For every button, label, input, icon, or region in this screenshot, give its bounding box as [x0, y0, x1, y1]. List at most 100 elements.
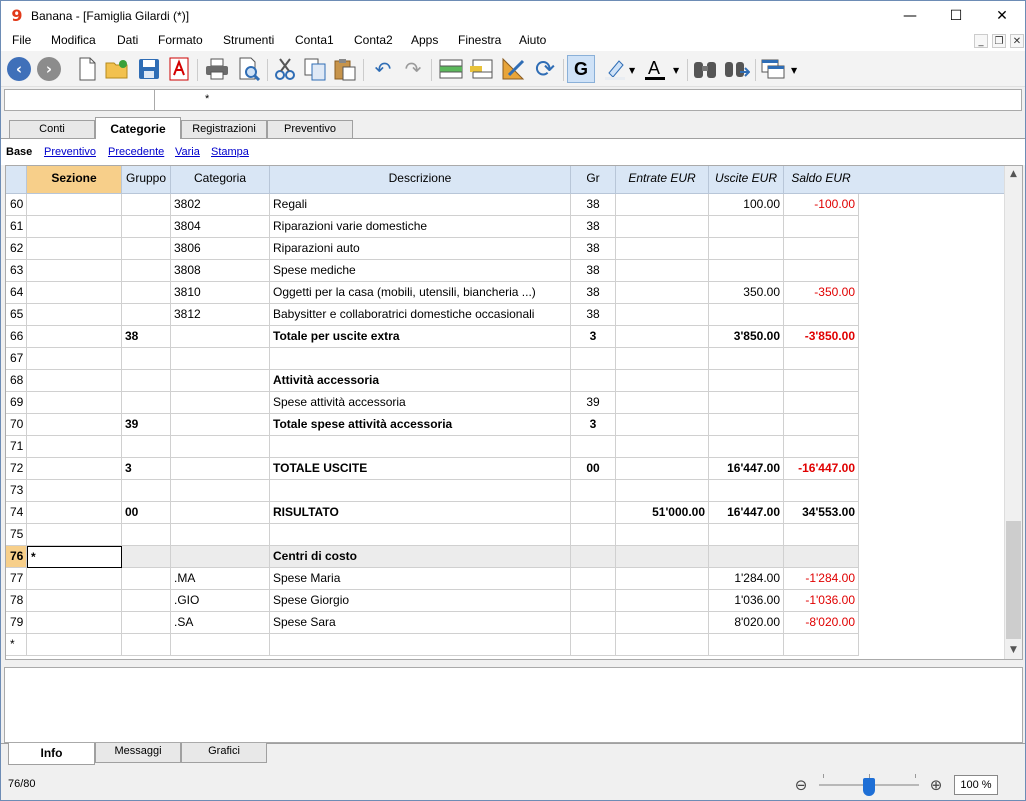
table-row[interactable]: 79 .SA Spese Sara 8'020.00 -8'020.00: [6, 612, 859, 634]
scroll-down-icon[interactable]: ▼: [1005, 642, 1022, 659]
cell-categoria[interactable]: .SA: [171, 612, 270, 634]
table-row[interactable]: 65 3812 Babysitter e collaboratrici domest…: [6, 304, 859, 326]
cell-gruppo[interactable]: [122, 348, 171, 370]
cell-gruppo[interactable]: [122, 436, 171, 458]
cell-sezione[interactable]: [27, 634, 122, 656]
cell-categoria[interactable]: [171, 524, 270, 546]
cell-uscite[interactable]: 1'036.00: [709, 590, 784, 612]
scroll-up-icon[interactable]: ▲: [1005, 166, 1022, 183]
cell-categoria[interactable]: [171, 480, 270, 502]
cell-gruppo[interactable]: [122, 634, 171, 656]
column-header-gr[interactable]: Gr: [571, 166, 616, 194]
cell-gr[interactable]: [571, 590, 616, 612]
cell-uscite[interactable]: [709, 392, 784, 414]
cell-saldo[interactable]: [784, 216, 859, 238]
cell-entrate[interactable]: [616, 304, 709, 326]
cell-entrate[interactable]: [616, 216, 709, 238]
formula-input[interactable]: *: [205, 93, 209, 105]
cell-uscite[interactable]: 100.00: [709, 194, 784, 216]
cell-gr[interactable]: 38: [571, 282, 616, 304]
chevron-down-icon[interactable]: ▼: [629, 66, 635, 75]
cell-entrate[interactable]: [616, 634, 709, 656]
column-header-saldo[interactable]: Saldo EUR: [784, 166, 859, 194]
table-row[interactable]: 68 Attività accessoria: [6, 370, 859, 392]
tab-info[interactable]: Info: [8, 743, 95, 765]
cell-entrate[interactable]: [616, 612, 709, 634]
cell-sezione[interactable]: [27, 370, 122, 392]
row-number[interactable]: 64: [6, 282, 27, 304]
view-precedente[interactable]: Precedente: [108, 146, 164, 158]
cell-sezione[interactable]: [27, 216, 122, 238]
cell-uscite[interactable]: [709, 370, 784, 392]
cell-saldo[interactable]: [784, 414, 859, 436]
cell-descrizione[interactable]: [270, 480, 571, 502]
cell-descrizione[interactable]: Spese Giorgio: [270, 590, 571, 612]
cell-gruppo[interactable]: [122, 304, 171, 326]
cell-uscite[interactable]: 1'284.00: [709, 568, 784, 590]
zoom-level-field[interactable]: 100 %: [954, 775, 998, 795]
cell-gruppo[interactable]: [122, 568, 171, 590]
cell-saldo[interactable]: -350.00: [784, 282, 859, 304]
cell-gr[interactable]: 3: [571, 414, 616, 436]
view-preventivo[interactable]: Preventivo: [44, 146, 96, 158]
vertical-scrollbar[interactable]: ▲ ▼: [1004, 166, 1022, 659]
menu-finestra[interactable]: Finestra: [458, 33, 501, 47]
cell-saldo[interactable]: [784, 546, 859, 568]
cell-entrate[interactable]: [616, 370, 709, 392]
tab-registrazioni[interactable]: Registrazioni: [181, 120, 267, 139]
edit-tool-button[interactable]: [499, 55, 527, 83]
new-file-button[interactable]: [73, 55, 101, 83]
cell-categoria[interactable]: 3810: [171, 282, 270, 304]
column-header-categoria[interactable]: Categoria: [171, 166, 270, 194]
cell-uscite[interactable]: [709, 216, 784, 238]
table-row[interactable]: 77 .MA Spese Maria 1'284.00 -1'284.00: [6, 568, 859, 590]
cell-saldo[interactable]: -100.00: [784, 194, 859, 216]
row-number[interactable]: 79: [6, 612, 27, 634]
cell-descrizione[interactable]: Riparazioni auto: [270, 238, 571, 260]
cell-gr[interactable]: [571, 348, 616, 370]
cell-gr[interactable]: 38: [571, 238, 616, 260]
cell-uscite[interactable]: [709, 524, 784, 546]
table-row[interactable]: 78 .GIO Spese Giorgio 1'036.00 -1'036.00: [6, 590, 859, 612]
cell-categoria[interactable]: [171, 458, 270, 480]
highlight-color-button[interactable]: [601, 55, 629, 83]
find-button[interactable]: [691, 55, 719, 83]
cell-saldo[interactable]: -16'447.00: [784, 458, 859, 480]
cell-descrizione[interactable]: RISULTATO: [270, 502, 571, 524]
cell-sezione[interactable]: [27, 480, 122, 502]
tab-messaggi[interactable]: Messaggi: [95, 743, 181, 763]
cell-sezione[interactable]: [27, 502, 122, 524]
cell-sezione[interactable]: [27, 392, 122, 414]
row-number[interactable]: 69: [6, 392, 27, 414]
cell-sezione[interactable]: [27, 238, 122, 260]
cell-saldo[interactable]: -8'020.00: [784, 612, 859, 634]
tab-conti[interactable]: Conti: [9, 120, 95, 139]
cell-categoria[interactable]: [171, 326, 270, 348]
cell-entrate[interactable]: [616, 568, 709, 590]
cell-gr[interactable]: [571, 634, 616, 656]
table-row[interactable]: 67: [6, 348, 859, 370]
row-number[interactable]: 73: [6, 480, 27, 502]
row-number[interactable]: 66: [6, 326, 27, 348]
cell-descrizione[interactable]: [270, 634, 571, 656]
cell-saldo[interactable]: [784, 238, 859, 260]
cell-gr[interactable]: 39: [571, 392, 616, 414]
tab-grafici[interactable]: Grafici: [181, 743, 267, 763]
cell-entrate[interactable]: [616, 260, 709, 282]
cell-uscite[interactable]: [709, 414, 784, 436]
cell-sezione[interactable]: [27, 612, 122, 634]
cell-saldo[interactable]: 34'553.00: [784, 502, 859, 524]
cell-gr[interactable]: 38: [571, 260, 616, 282]
cell-uscite[interactable]: 8'020.00: [709, 612, 784, 634]
row-number[interactable]: *: [6, 634, 27, 656]
cell-entrate[interactable]: [616, 238, 709, 260]
row-number[interactable]: 77: [6, 568, 27, 590]
row-number[interactable]: 72: [6, 458, 27, 480]
row-number[interactable]: 70: [6, 414, 27, 436]
cell-gruppo[interactable]: [122, 612, 171, 634]
cell-descrizione[interactable]: Regali: [270, 194, 571, 216]
cell-saldo[interactable]: [784, 370, 859, 392]
cell-gr[interactable]: 3: [571, 326, 616, 348]
cell-sezione[interactable]: [27, 304, 122, 326]
table-row[interactable]: 73: [6, 480, 859, 502]
